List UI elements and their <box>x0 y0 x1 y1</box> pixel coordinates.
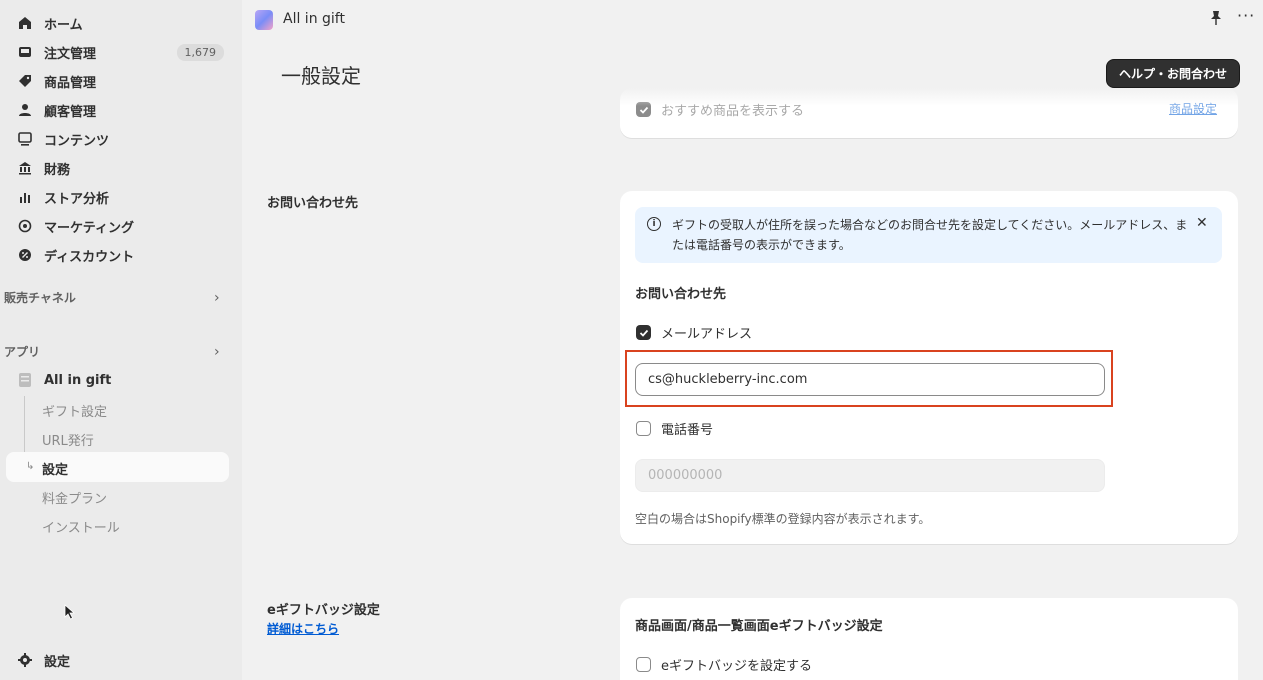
scroll-fade <box>242 88 1263 106</box>
email-field[interactable]: cs@huckleberry-inc.com <box>635 363 1105 396</box>
sidebar-subitem-active-bg <box>6 452 229 482</box>
sidebar-item-marketing[interactable]: マーケティング <box>8 212 230 240</box>
sidebar-subitem-plans[interactable]: 料金プラン <box>42 488 107 507</box>
badge-section-title: eギフトバッジ設定 <box>267 603 380 618</box>
phone-field[interactable]: 000000000 <box>635 459 1105 492</box>
sidebar-item-label: ディスカウント <box>44 249 135 265</box>
badge-card: 商品画面/商品一覧画面eギフトバッジ設定 eギフトバッジを設定する <box>620 598 1238 680</box>
sidebar-item-products[interactable]: 商品管理 <box>8 67 230 95</box>
info-banner: i ギフトの受取人が住所を誤った場合などのお問合せ先を設定してください。メールア… <box>635 207 1222 263</box>
checkbox-unchecked-icon[interactable] <box>636 421 651 436</box>
info-icon: i <box>647 217 661 231</box>
sidebar-item-label: 注文管理 <box>44 46 97 62</box>
details-link[interactable]: 詳細はこちら <box>267 620 339 637</box>
sidebar: ホーム 注文管理 1,679 商品管理 顧客管理 コンテンツ 財務 ストア分析 … <box>0 0 242 680</box>
badge-checkbox-label: eギフトバッジを設定する <box>661 659 812 674</box>
close-icon[interactable]: ✕ <box>1196 215 1208 231</box>
sidebar-subitem-gift-settings[interactable]: ギフト設定 <box>42 401 107 420</box>
contact-help-text: 空白の場合はShopify標準の登録内容が表示されます。 <box>635 512 931 526</box>
sidebar-item-settings[interactable]: 設定 <box>8 646 230 674</box>
email-checkbox-row[interactable]: メールアドレス <box>636 323 752 342</box>
email-checkbox-label: メールアドレス <box>661 327 753 342</box>
person-icon <box>16 101 34 119</box>
phone-checkbox-row[interactable]: 電話番号 <box>636 419 713 438</box>
phone-checkbox-label: 電話番号 <box>661 423 714 438</box>
sidebar-item-analytics[interactable]: ストア分析 <box>8 183 230 211</box>
badge-card-title: 商品画面/商品一覧画面eギフトバッジ設定 <box>635 619 883 634</box>
inbox-icon <box>16 43 34 61</box>
sidebar-subitem-settings[interactable]: 設定 <box>42 459 68 478</box>
home-icon <box>16 14 34 32</box>
tree-branch-icon: ↳ <box>26 461 35 472</box>
app-title: All in gift <box>283 11 345 27</box>
checkbox-unchecked-icon[interactable] <box>636 657 651 672</box>
apps-label[interactable]: アプリ <box>4 343 40 360</box>
sidebar-item-finance[interactable]: 財務 <box>8 154 230 182</box>
discount-icon <box>16 246 34 264</box>
mouse-cursor-icon <box>64 604 76 620</box>
contact-subheading: お問い合わせ先 <box>635 287 727 302</box>
sidebar-item-label: ストア分析 <box>44 191 110 207</box>
orders-count-badge: 1,679 <box>176 43 224 61</box>
chevron-right-icon[interactable]: › <box>214 290 220 306</box>
sidebar-item-label: All in gift <box>44 372 112 388</box>
sidebar-subitem-url[interactable]: URL発行 <box>42 430 94 449</box>
sidebar-item-label: マーケティング <box>44 220 134 236</box>
bank-icon <box>16 159 34 177</box>
target-icon <box>16 217 34 235</box>
gear-icon <box>16 651 34 669</box>
pin-icon[interactable] <box>1210 10 1222 30</box>
contact-section-title: お問い合わせ先 <box>267 196 359 211</box>
sidebar-item-discounts[interactable]: ディスカウント <box>8 241 230 269</box>
content-icon <box>16 130 34 148</box>
badge-checkbox-row[interactable]: eギフトバッジを設定する <box>636 655 812 674</box>
sidebar-item-label: コンテンツ <box>44 133 110 149</box>
sidebar-item-label: ホーム <box>44 17 83 33</box>
sidebar-item-home[interactable]: ホーム <box>8 9 230 37</box>
sidebar-item-orders[interactable]: 注文管理 1,679 <box>8 38 230 66</box>
sidebar-item-all-in-gift[interactable]: All in gift <box>8 366 230 394</box>
sidebar-subitem-install[interactable]: インストール <box>42 517 120 536</box>
sidebar-item-content[interactable]: コンテンツ <box>8 125 230 153</box>
sidebar-item-label: 設定 <box>44 654 71 670</box>
info-banner-text: ギフトの受取人が住所を誤った場合などのお問合せ先を設定してください。メールアドレ… <box>672 218 1188 252</box>
sidebar-item-label: 商品管理 <box>44 75 97 91</box>
help-contact-button[interactable]: ヘルプ・お問合わせ <box>1106 59 1240 88</box>
sidebar-item-label: 顧客管理 <box>44 104 97 120</box>
more-options-icon[interactable]: ··· <box>1237 6 1255 25</box>
tag-icon <box>16 72 34 90</box>
app-icon <box>16 371 34 389</box>
app-topbar: All in gift ··· <box>242 0 1263 40</box>
bar-chart-icon <box>16 188 34 206</box>
sidebar-item-customers[interactable]: 顧客管理 <box>8 96 230 124</box>
sales-channels-label[interactable]: 販売チャネル <box>4 289 76 306</box>
app-logo-icon <box>255 10 273 30</box>
sidebar-item-label: 財務 <box>44 162 71 178</box>
page-title: 一般設定 <box>281 64 361 88</box>
checkbox-checked-icon[interactable] <box>636 325 651 340</box>
chevron-right-icon[interactable]: › <box>214 344 220 360</box>
